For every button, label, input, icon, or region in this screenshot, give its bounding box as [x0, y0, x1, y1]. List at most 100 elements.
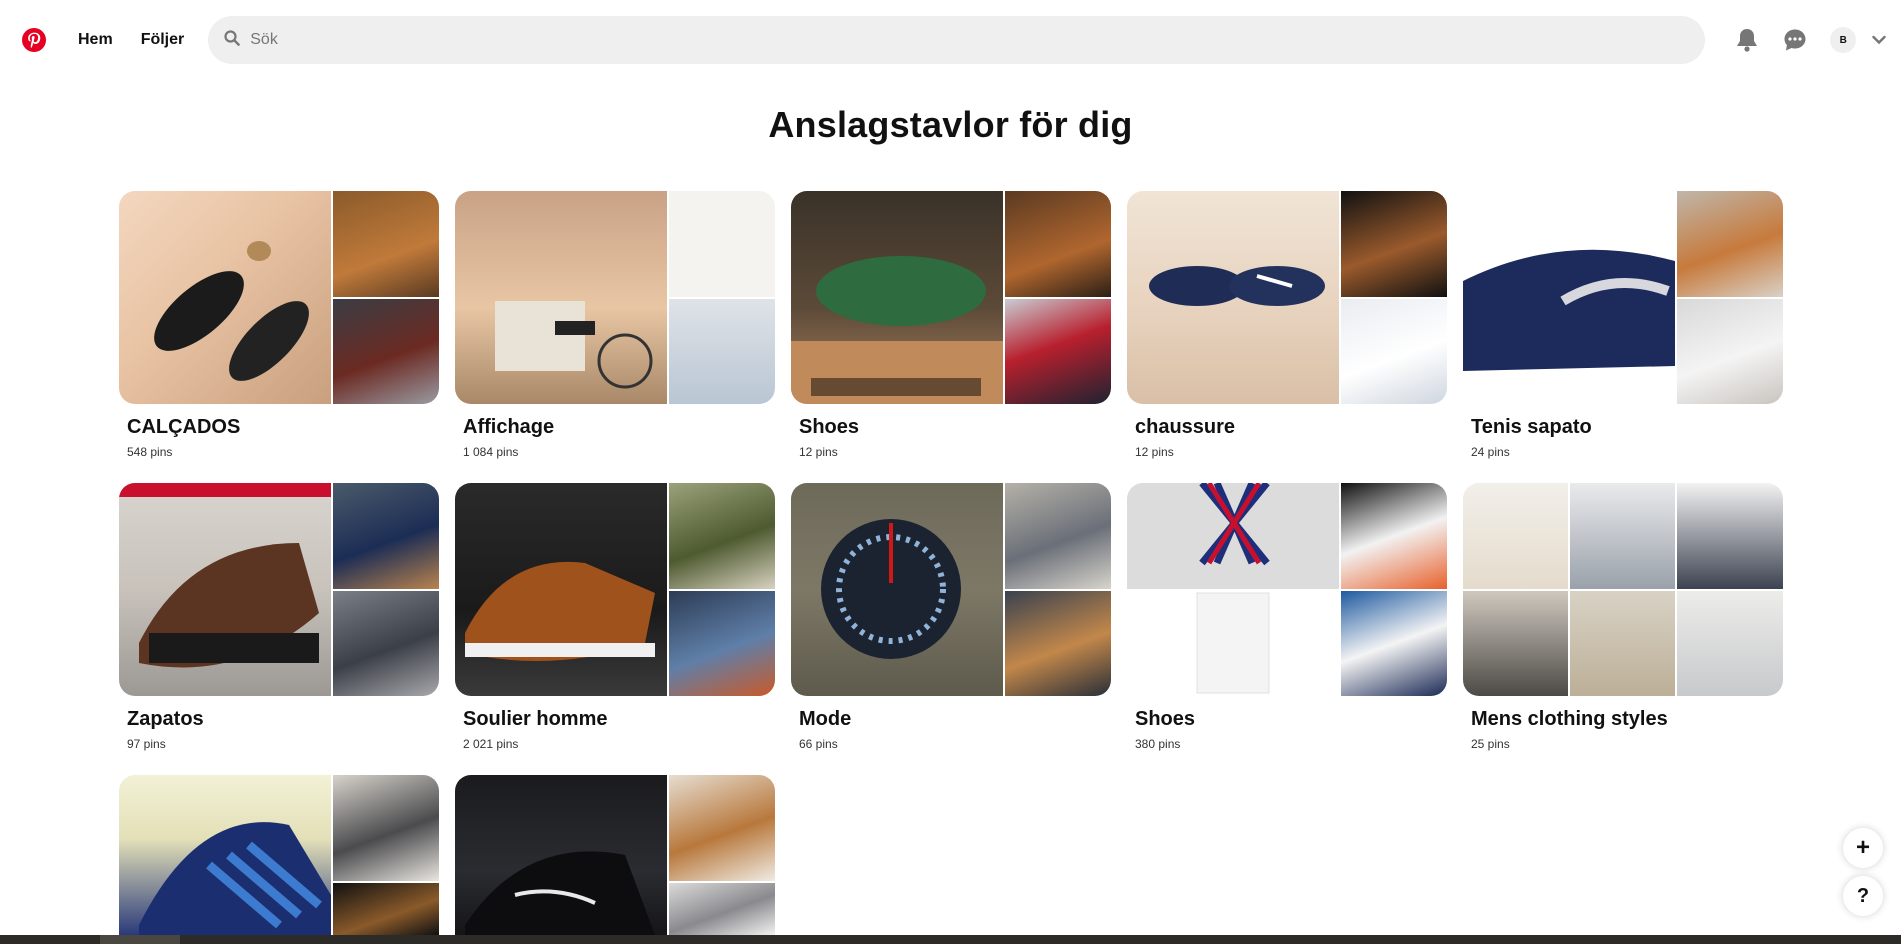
- board-card[interactable]: Affichage 1 084 pins: [455, 191, 775, 459]
- board-cover-image: [1005, 483, 1111, 589]
- board-cover-image: [1677, 591, 1783, 696]
- board-title: Tenis sapato: [1471, 416, 1592, 438]
- board-cover-image: [791, 483, 1003, 696]
- board-cover: [119, 191, 439, 404]
- board-cover-image: [1341, 299, 1447, 404]
- nav-home-link[interactable]: Hem: [64, 19, 127, 61]
- board-cover: [791, 191, 1111, 404]
- board-cover-image: [333, 483, 439, 589]
- board-card[interactable]: Mens clothing styles 25 pins: [1463, 483, 1783, 751]
- board-title: Zapatos: [127, 708, 204, 730]
- board-cover-image: [333, 775, 439, 881]
- board-card[interactable]: Mode 66 pins: [791, 483, 1111, 751]
- board-pin-count: 66 pins: [799, 737, 838, 751]
- board-card[interactable]: chaussure 12 pins: [1127, 191, 1447, 459]
- board-cover-image: [333, 299, 439, 404]
- top-nav: Hem Följer B: [0, 0, 1901, 80]
- board-cover-image: [455, 191, 667, 404]
- board-cover-image: [1463, 483, 1568, 589]
- board-pin-count: 97 pins: [127, 737, 166, 751]
- board-cover-image: [333, 591, 439, 696]
- board-pin-count: 548 pins: [127, 445, 173, 459]
- board-pin-count: 12 pins: [1135, 445, 1174, 459]
- board-cover-image: [669, 591, 775, 696]
- board-card[interactable]: [455, 775, 775, 935]
- board-title: Shoes: [799, 416, 860, 438]
- board-card[interactable]: Shoes 380 pins: [1127, 483, 1447, 751]
- board-cover-image: [1341, 191, 1447, 297]
- notifications-bell-icon[interactable]: [1723, 16, 1771, 64]
- board-cover-image: [1005, 591, 1111, 696]
- board-cover-image: [1341, 483, 1447, 589]
- taskbar-app-slot[interactable]: [100, 935, 180, 944]
- board-cover-image: [333, 191, 439, 297]
- board-cover-image: [1677, 299, 1783, 404]
- avatar: B: [1830, 27, 1857, 53]
- board-cover: [791, 483, 1111, 696]
- board-title: Mode: [799, 708, 852, 730]
- board-cover: [1127, 483, 1447, 696]
- board-cover-image: [1570, 591, 1675, 696]
- board-cover: [1127, 191, 1447, 404]
- help-question-icon-button[interactable]: ?: [1843, 876, 1883, 916]
- board-pin-count: 380 pins: [1135, 737, 1181, 751]
- account-menu-chevron-down-icon[interactable]: [1867, 16, 1891, 64]
- board-cover-image: [119, 775, 331, 935]
- board-cover-image: [1463, 591, 1568, 696]
- board-pin-count: 25 pins: [1471, 737, 1510, 751]
- board-cover-image: [669, 483, 775, 589]
- board-card[interactable]: Tenis sapato 24 pins: [1463, 191, 1783, 459]
- search-icon: [224, 29, 241, 51]
- board-cover-image: [333, 883, 439, 935]
- board-cover-image: [1677, 483, 1783, 589]
- board-cover: [455, 775, 775, 935]
- board-cover-image: [1341, 591, 1447, 696]
- board-cover-image: [669, 299, 775, 404]
- search-input[interactable]: [248, 30, 1653, 50]
- board-pin-count: 1 084 pins: [463, 445, 519, 459]
- board-cover: [119, 775, 439, 935]
- board-cover: [455, 483, 775, 696]
- board-cover-image: [1127, 191, 1339, 404]
- board-cover-image: [791, 191, 1003, 404]
- board-pin-count: 24 pins: [1471, 445, 1510, 459]
- board-card[interactable]: Soulier homme 2 021 pins: [455, 483, 775, 751]
- board-cover-image: [1005, 191, 1111, 297]
- search-bar[interactable]: [208, 16, 1706, 64]
- board-cover-image: [1677, 191, 1783, 297]
- board-title: Soulier homme: [463, 708, 608, 730]
- board-title: Shoes: [1135, 708, 1196, 730]
- board-cover-image: [119, 191, 331, 404]
- board-card[interactable]: Shoes 12 pins: [791, 191, 1111, 459]
- board-card[interactable]: CALÇADOS 548 pins: [119, 191, 439, 459]
- board-cover-image: [1127, 483, 1339, 696]
- board-cover-image: [1005, 299, 1111, 404]
- board-cover: [1463, 483, 1783, 696]
- board-cover: [455, 191, 775, 404]
- board-cover-image: [1570, 483, 1675, 589]
- add-plus-icon-button[interactable]: +: [1843, 828, 1883, 868]
- board-cover-image: [455, 483, 667, 696]
- board-pin-count: 2 021 pins: [463, 737, 519, 751]
- pinterest-logo-icon[interactable]: [22, 20, 46, 60]
- board-title: CALÇADOS: [127, 416, 241, 438]
- board-title: chaussure: [1135, 416, 1236, 438]
- board-cover-image: [669, 191, 775, 297]
- profile-avatar-button[interactable]: B: [1819, 16, 1867, 64]
- board-cover: [1463, 191, 1783, 404]
- nav-following-link[interactable]: Följer: [127, 19, 199, 61]
- board-cover-image: [455, 775, 667, 935]
- os-taskbar: [0, 935, 1901, 944]
- board-cover-image: [119, 483, 331, 696]
- board-pin-count: 12 pins: [799, 445, 838, 459]
- board-title: Affichage: [463, 416, 555, 438]
- board-cover-image: [669, 775, 775, 881]
- board-cover: [119, 483, 439, 696]
- board-cover-image: [1463, 191, 1675, 404]
- board-title: Mens clothing styles: [1471, 708, 1668, 730]
- page-title: Anslagstavlor för dig: [768, 104, 1133, 145]
- board-card[interactable]: [119, 775, 439, 935]
- messages-chat-icon[interactable]: [1771, 16, 1819, 64]
- board-card[interactable]: Zapatos 97 pins: [119, 483, 439, 751]
- board-cover-image: [669, 883, 775, 935]
